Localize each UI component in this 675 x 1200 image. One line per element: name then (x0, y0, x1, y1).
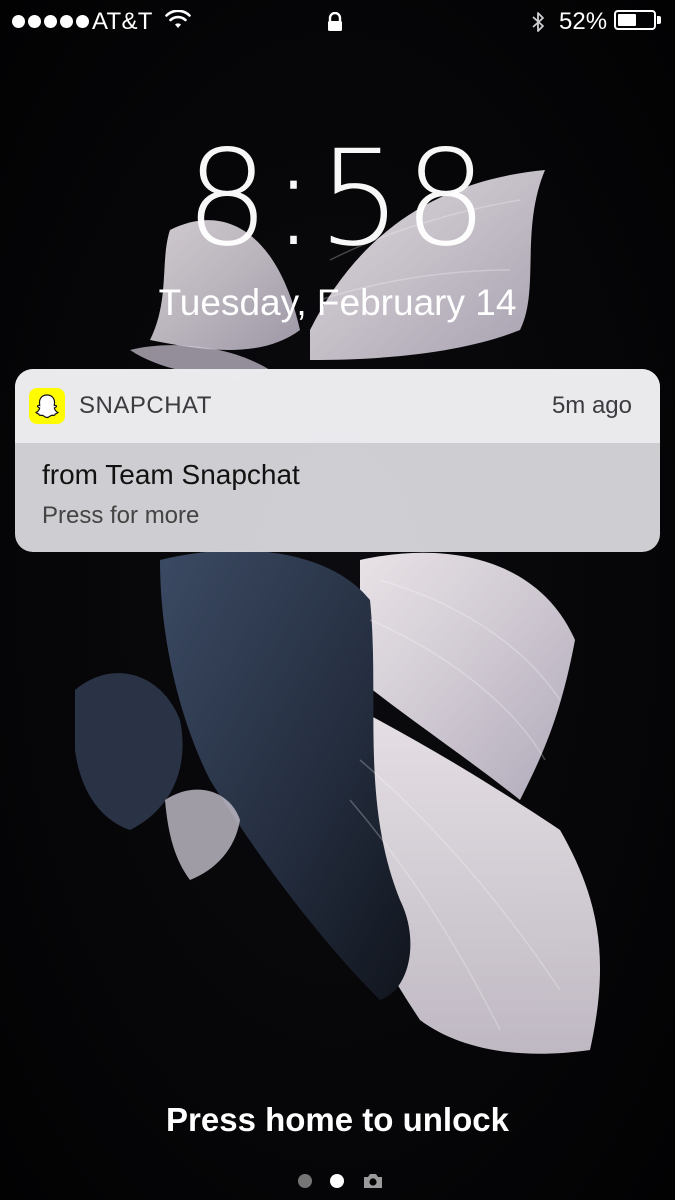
wifi-icon (165, 10, 191, 28)
lock-date: Tuesday, February 14 (158, 282, 517, 323)
battery-level-fill (618, 14, 636, 26)
signal-dots-icon (12, 15, 89, 28)
page-indicator (298, 1172, 384, 1190)
lock-icon (328, 12, 342, 31)
page-dot-active (330, 1174, 344, 1188)
notification-time: 5m ago (551, 392, 632, 419)
unlock-hint: Press home to unlock (166, 1101, 509, 1138)
notification-card[interactable]: SNAPCHAT 5m ago from Team Snapchat Press… (15, 369, 660, 552)
lock-clock: 8:58 (185, 122, 490, 276)
battery-cap (657, 16, 661, 24)
carrier-label: AT&T (92, 8, 153, 35)
battery-percent: 52% (559, 8, 608, 35)
snapchat-ghost-icon (29, 388, 65, 424)
notification-header: SNAPCHAT 5m ago (15, 369, 660, 443)
page-dot (298, 1174, 312, 1188)
notification-app-name: SNAPCHAT (79, 392, 212, 419)
notification-subtitle: Press for more (42, 502, 200, 529)
status-bar: AT&T 52% (0, 0, 675, 44)
battery-icon (614, 10, 656, 30)
bluetooth-icon (532, 12, 544, 32)
lock-screen: AT&T 52% 8:58 Tuesday, February 14 SNAPC… (0, 0, 675, 1200)
camera-icon[interactable] (362, 1172, 384, 1190)
notification-title: from Team Snapchat (42, 459, 300, 490)
